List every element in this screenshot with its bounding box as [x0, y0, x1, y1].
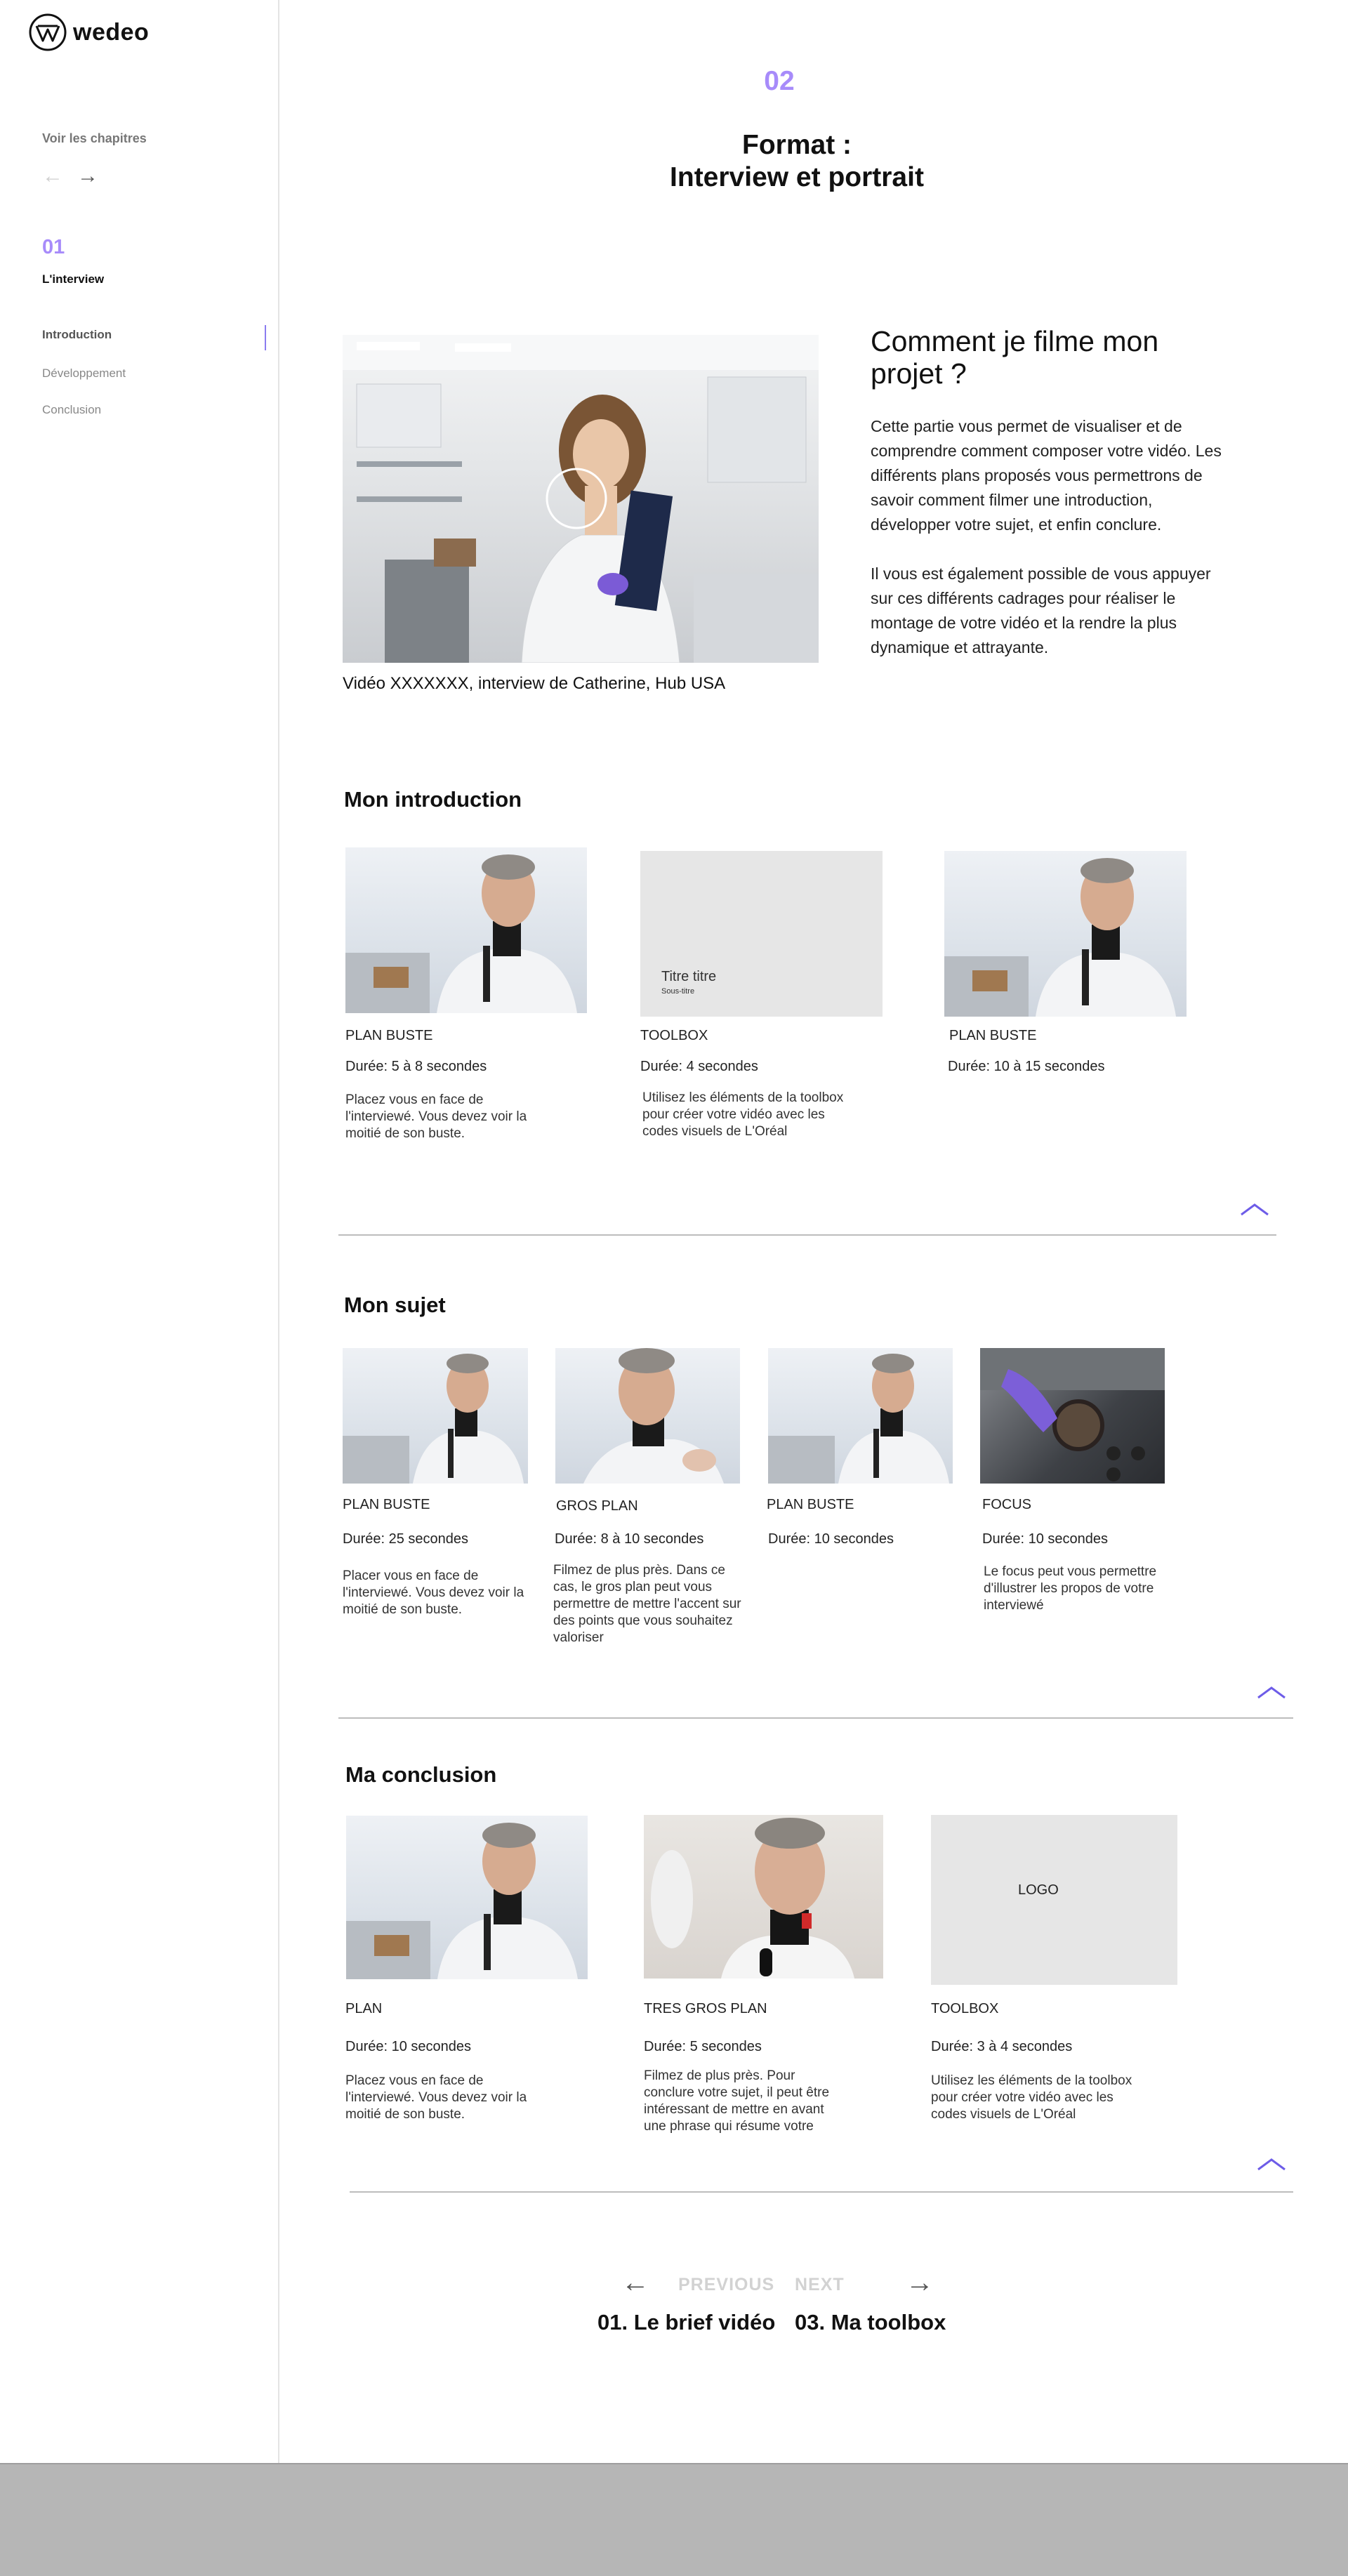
page-title-line1: Format :: [742, 130, 852, 160]
chapter-title: L'interview: [42, 272, 105, 286]
interviewee-image: [944, 858, 1176, 1017]
section-divider: [338, 1234, 1276, 1236]
chapter-number: 01: [42, 236, 65, 258]
active-indicator: [265, 325, 266, 350]
brand-logo[interactable]: wedeo: [28, 13, 149, 52]
chapter-next-arrow-icon[interactable]: →: [77, 166, 98, 187]
conclusion-card-3-duration: Durée: 3 à 4 secondes: [931, 2039, 1073, 2054]
sujet-card-3-image[interactable]: [768, 1348, 953, 1484]
intro-card-1-duration: Durée: 5 à 8 secondes: [345, 1059, 487, 1074]
intro-card-3-duration: Durée: 10 à 15 secondes: [948, 1059, 1105, 1074]
section-heading-introduction: Mon introduction: [344, 787, 522, 812]
scroll-top-chevron-icon[interactable]: [1257, 2157, 1286, 2172]
intro-card-1-desc: Placez vous en face de l'interviewé. Vou…: [345, 1092, 527, 1141]
interviewee-image: [768, 1354, 949, 1484]
focus-hands-image: [980, 1348, 1165, 1481]
sujet-card-1-desc: Placer vous en face de l'interviewé. Vou…: [343, 1568, 524, 1617]
sujet-card-4-label: FOCUS: [982, 1497, 1031, 1512]
footer: [0, 2463, 1348, 2576]
intro-card-2-duration: Durée: 4 secondes: [640, 1059, 758, 1074]
sujet-card-1-image[interactable]: [343, 1348, 528, 1484]
intro-card-1-label: PLAN BUSTE: [345, 1028, 433, 1043]
toolbox-title-text: Titre titre: [661, 969, 717, 984]
see-chapters-link[interactable]: Voir les chapitres: [42, 131, 147, 146]
play-icon[interactable]: [545, 467, 608, 530]
intro-card-3-image[interactable]: [944, 851, 1187, 1017]
conclusion-card-1-image[interactable]: [346, 1816, 588, 1979]
interviewee-closeup-image: [583, 1348, 724, 1484]
logo-placeholder-text: LOGO: [1018, 1882, 1059, 1898]
intro-card-2-toolbox-image[interactable]: Titre titre Sous-titre: [640, 851, 883, 1017]
sujet-card-2-image[interactable]: [555, 1348, 740, 1484]
interviewee-extreme-closeup-image: [651, 1818, 854, 1979]
sidebar: wedeo Voir les chapitres ← → 01 L'interv…: [0, 0, 279, 2463]
sujet-card-3-label: PLAN BUSTE: [767, 1497, 854, 1512]
sujet-card-1-duration: Durée: 25 secondes: [343, 1531, 469, 1547]
pager-previous-label[interactable]: PREVIOUS: [678, 2275, 774, 2295]
pager-previous-title[interactable]: 01. Le brief vidéo: [597, 2310, 775, 2335]
sujet-card-2-desc: Filmez de plus près. Dans ce cas, le gro…: [553, 1563, 741, 1645]
conclusion-card-1-duration: Durée: 10 secondes: [345, 2039, 472, 2054]
intro-video-thumbnail[interactable]: [343, 335, 819, 663]
wedeo-logo-icon: [29, 13, 67, 51]
page-title-line2: Interview et portrait: [670, 162, 924, 192]
interviewee-image: [343, 1354, 524, 1484]
intro-video-caption: Vidéo XXXXXXX, interview de Catherine, H…: [343, 674, 726, 693]
intro-card-1-image[interactable]: [345, 847, 587, 1013]
pager-prev-arrow-icon[interactable]: ←: [621, 2268, 649, 2297]
chapter-prev-arrow-icon[interactable]: ←: [42, 166, 63, 187]
section-heading-sujet: Mon sujet: [344, 1293, 446, 1317]
sujet-card-2-duration: Durée: 8 à 10 secondes: [555, 1531, 704, 1547]
conclusion-card-1-label: PLAN: [345, 2001, 383, 2016]
section-divider: [350, 2191, 1293, 2193]
section-number: 02: [764, 66, 795, 96]
pager-next-title[interactable]: 03. Ma toolbox: [795, 2310, 946, 2335]
intro-card-2-label: TOOLBOX: [640, 1028, 708, 1043]
sidebar-item-developpement[interactable]: Développement: [42, 366, 126, 381]
brand-name: wedeo: [73, 18, 150, 46]
interviewee-image: [346, 1823, 578, 1979]
sujet-card-1-label: PLAN BUSTE: [343, 1497, 430, 1512]
intro-heading: Comment je filme mon projet ?: [871, 325, 1159, 390]
sujet-card-4-desc: Le focus peut vous permettre d'illustrer…: [984, 1564, 1157, 1613]
conclusion-card-2-duration: Durée: 5 secondes: [644, 2039, 762, 2054]
intro-card-2-desc: Utilisez les éléments de la toolbox pour…: [642, 1090, 844, 1139]
toolbox-subtitle-text: Sous-titre: [661, 987, 695, 996]
scroll-top-chevron-icon[interactable]: [1240, 1202, 1269, 1217]
sidebar-item-introduction[interactable]: Introduction: [42, 328, 112, 342]
conclusion-card-3-label: TOOLBOX: [931, 2001, 999, 2016]
pager-next-arrow-icon[interactable]: →: [906, 2268, 934, 2297]
sujet-card-3-duration: Durée: 10 secondes: [768, 1531, 894, 1547]
pager-next-label[interactable]: NEXT: [795, 2275, 845, 2295]
conclusion-card-2-desc: Filmez de plus près. Pour conclure votre…: [644, 2068, 830, 2134]
page-title: Format : Interview et portrait: [586, 129, 1007, 194]
conclusion-card-2-label: TRES GROS PLAN: [644, 2001, 767, 2016]
conclusion-card-3-desc: Utilisez les éléments de la toolbox pour…: [931, 2073, 1132, 2122]
sidebar-item-conclusion[interactable]: Conclusion: [42, 403, 101, 417]
interviewee-image: [345, 854, 577, 1013]
section-heading-conclusion: Ma conclusion: [345, 1762, 497, 1787]
section-divider: [338, 1717, 1293, 1719]
intro-card-3-label: PLAN BUSTE: [949, 1028, 1037, 1043]
sujet-card-4-image[interactable]: [980, 1348, 1165, 1484]
sujet-card-4-duration: Durée: 10 secondes: [982, 1531, 1109, 1547]
intro-paragraph-1: Cette partie vous permet de visualiser e…: [871, 417, 1222, 534]
sujet-card-2-label: GROS PLAN: [556, 1498, 638, 1514]
conclusion-card-1-desc: Placez vous en face de l'interviewé. Vou…: [345, 2073, 527, 2122]
intro-paragraph-2: Il vous est également possible de vous a…: [871, 564, 1211, 656]
conclusion-card-3-logo-image[interactable]: LOGO: [931, 1815, 1177, 1985]
conclusion-card-2-image[interactable]: [644, 1815, 883, 1979]
scroll-top-chevron-icon[interactable]: [1257, 1685, 1286, 1700]
